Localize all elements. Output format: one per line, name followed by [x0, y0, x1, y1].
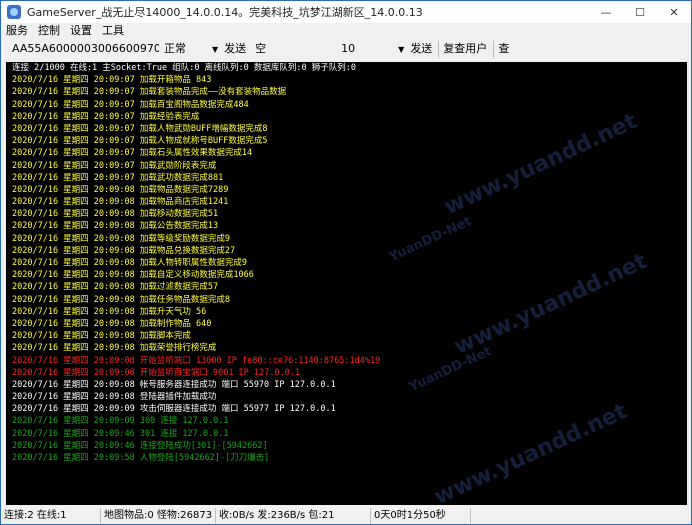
log-line: 2020/7/16 星期四 20:09:46 连接登陆成功[301]-[5942…	[12, 440, 268, 451]
log-line: 2020/7/16 星期四 20:09:08 加载升天气功 56	[12, 306, 207, 317]
menu-tools[interactable]: 工具	[97, 23, 129, 39]
menu-service[interactable]: 服务	[1, 23, 33, 39]
log-line: 2020/7/16 星期四 20:09:08 开始监听端口 13000 IP f…	[12, 355, 381, 366]
chevron-down-icon[interactable]: ▼	[398, 45, 404, 54]
log-line: 2020/7/16 星期四 20:09:07 加载石头属性效果数据完成14	[12, 148, 253, 159]
main-window: GameServer_战无止尽14000_14.0.0.14。完美科技_坑梦江湖…	[0, 0, 692, 525]
log-line: 2020/7/16 星期四 20:09:07 加载百宝阁物品数据完成484	[12, 99, 249, 110]
message-input[interactable]: 空	[252, 41, 322, 58]
log-line: 2020/7/16 星期四 20:09:08 加载移动数据完成51	[12, 209, 219, 220]
log-line: 2020/7/16 星期四 20:09:07 加载开箱物品 843	[12, 75, 212, 86]
log-line: 连接 2/1000 在线:1 主Socket:True 组队:0 离线队列:0 …	[12, 63, 356, 73]
log-line: 2020/7/16 星期四 20:09:08 加载人物转职属性数据完成9	[12, 258, 247, 268]
log-line: 2020/7/16 星期四 20:09:07 加载套装物品完成——没有套装物品数…	[12, 87, 287, 98]
log-line: 2020/7/16 星期四 20:09:08 帐号服务器连接成功 端口 5597…	[12, 379, 336, 390]
status-uptime: 0天0时1分50秒	[371, 508, 471, 523]
window-title: GameServer_战无止尽14000_14.0.0.14。完美科技_坑梦江湖…	[27, 6, 423, 19]
log-line: 2020/7/16 星期四 20:09:07 加载武功数据完成881	[12, 172, 224, 183]
log-line: 2020/7/16 星期四 20:09:08 加载自定义移动数据完成1066	[12, 270, 254, 281]
minimize-button[interactable]: —	[589, 1, 623, 23]
maximize-button[interactable]: ☐	[623, 1, 657, 23]
log-line: 2020/7/16 星期四 20:09:08 加载公告数据完成13	[12, 221, 219, 232]
log-line: 2020/7/16 星期四 20:09:07 加载人物成就称号BUFF数据完成5	[12, 136, 268, 147]
log-line: 2020/7/16 星期四 20:09:08 加载等级奖励数据完成9	[12, 233, 230, 244]
log-line: 2020/7/16 星期四 20:09:07 加载人物武勋BUFF增幅数据完成8	[12, 123, 268, 134]
log-line: 2020/7/16 星期四 20:09:08 加载脚本完成	[12, 331, 191, 342]
app-icon	[7, 5, 21, 19]
log-line: 2020/7/16 星期四 20:09:08 登陆器插件加载成功	[12, 392, 217, 403]
log-line: 2020/7/16 星期四 20:09:46 301 连接 127.0.0.1	[12, 428, 229, 439]
log-line: 2020/7/16 星期四 20:09:08 加载物品商店完成1241	[12, 197, 229, 208]
count-input[interactable]: 10	[338, 41, 388, 58]
log-line: 2020/7/16 星期四 20:09:09 300 连接 127.0.0.1	[12, 416, 229, 427]
log-line: 2020/7/16 星期四 20:09:09 攻击伺服器连接成功 端口 5597…	[12, 404, 336, 415]
menu-settings[interactable]: 设置	[65, 23, 97, 39]
title-bar[interactable]: GameServer_战无止尽14000_14.0.0.14。完美科技_坑梦江湖…	[1, 1, 691, 23]
send-button-2[interactable]: 发送	[406, 41, 436, 58]
status-connections: 连接:2 在线:1	[1, 508, 101, 523]
log-line: 2020/7/16 星期四 20:09:07 加载经验表完成	[12, 111, 200, 122]
log-line: 2020/7/16 星期四 20:09:08 加载制作物品 640	[12, 318, 212, 329]
send-button-1[interactable]: 发送	[220, 41, 250, 58]
channel-select-value: 正常	[164, 41, 186, 55]
toolbar: AA55A6000003006600970008CFB 正常 ▼ 发送 空 10…	[1, 39, 691, 59]
log-line: 2020/7/16 星期四 20:09:08 加载物品兑换数据完成27	[12, 245, 236, 256]
log-line: 2020/7/16 星期四 20:09:58 人物登陆[5942662]-[刀刀…	[12, 453, 270, 463]
copy-users-button[interactable]: 复查用户	[438, 40, 491, 58]
id-field[interactable]: AA55A6000003006600970008CFB	[9, 41, 159, 58]
menu-control[interactable]: 控制	[33, 23, 65, 39]
log-line: 2020/7/16 星期四 20:09:08 加载过滤数据完成57	[12, 282, 219, 293]
log-line: 2020/7/16 星期四 20:09:08 加载物品数据完成7289	[12, 184, 229, 195]
status-bar: 连接:2 在线:1 地图物品:0 怪物:26873 收:0B/s 发:236B/…	[1, 507, 691, 524]
window-controls: — ☐ ✕	[589, 1, 691, 23]
log-line: 2020/7/16 星期四 20:09:08 加载荣誉排行榜完成	[12, 343, 217, 354]
log-line: 2020/7/16 星期四 20:09:08 开始监听百宝端口 9001 IP …	[12, 367, 300, 378]
log-console[interactable]: 连接 2/1000 在线:1 主Socket:True 组队:0 离线队列:0 …	[6, 62, 687, 505]
check-button[interactable]: 查	[493, 40, 513, 58]
menu-bar: 服务 控制 设置 工具	[1, 23, 691, 39]
status-map-items: 地图物品:0 怪物:26873	[101, 508, 216, 523]
log-line: 2020/7/16 星期四 20:09:08 加载任务物品数据完成8	[12, 294, 230, 305]
close-button[interactable]: ✕	[657, 1, 691, 23]
status-traffic: 收:0B/s 发:236B/s 包:21	[216, 508, 371, 523]
log-line: 2020/7/16 星期四 20:09:07 加载武勋阶段表完成	[12, 160, 217, 171]
channel-select[interactable]: 正常	[161, 41, 216, 58]
